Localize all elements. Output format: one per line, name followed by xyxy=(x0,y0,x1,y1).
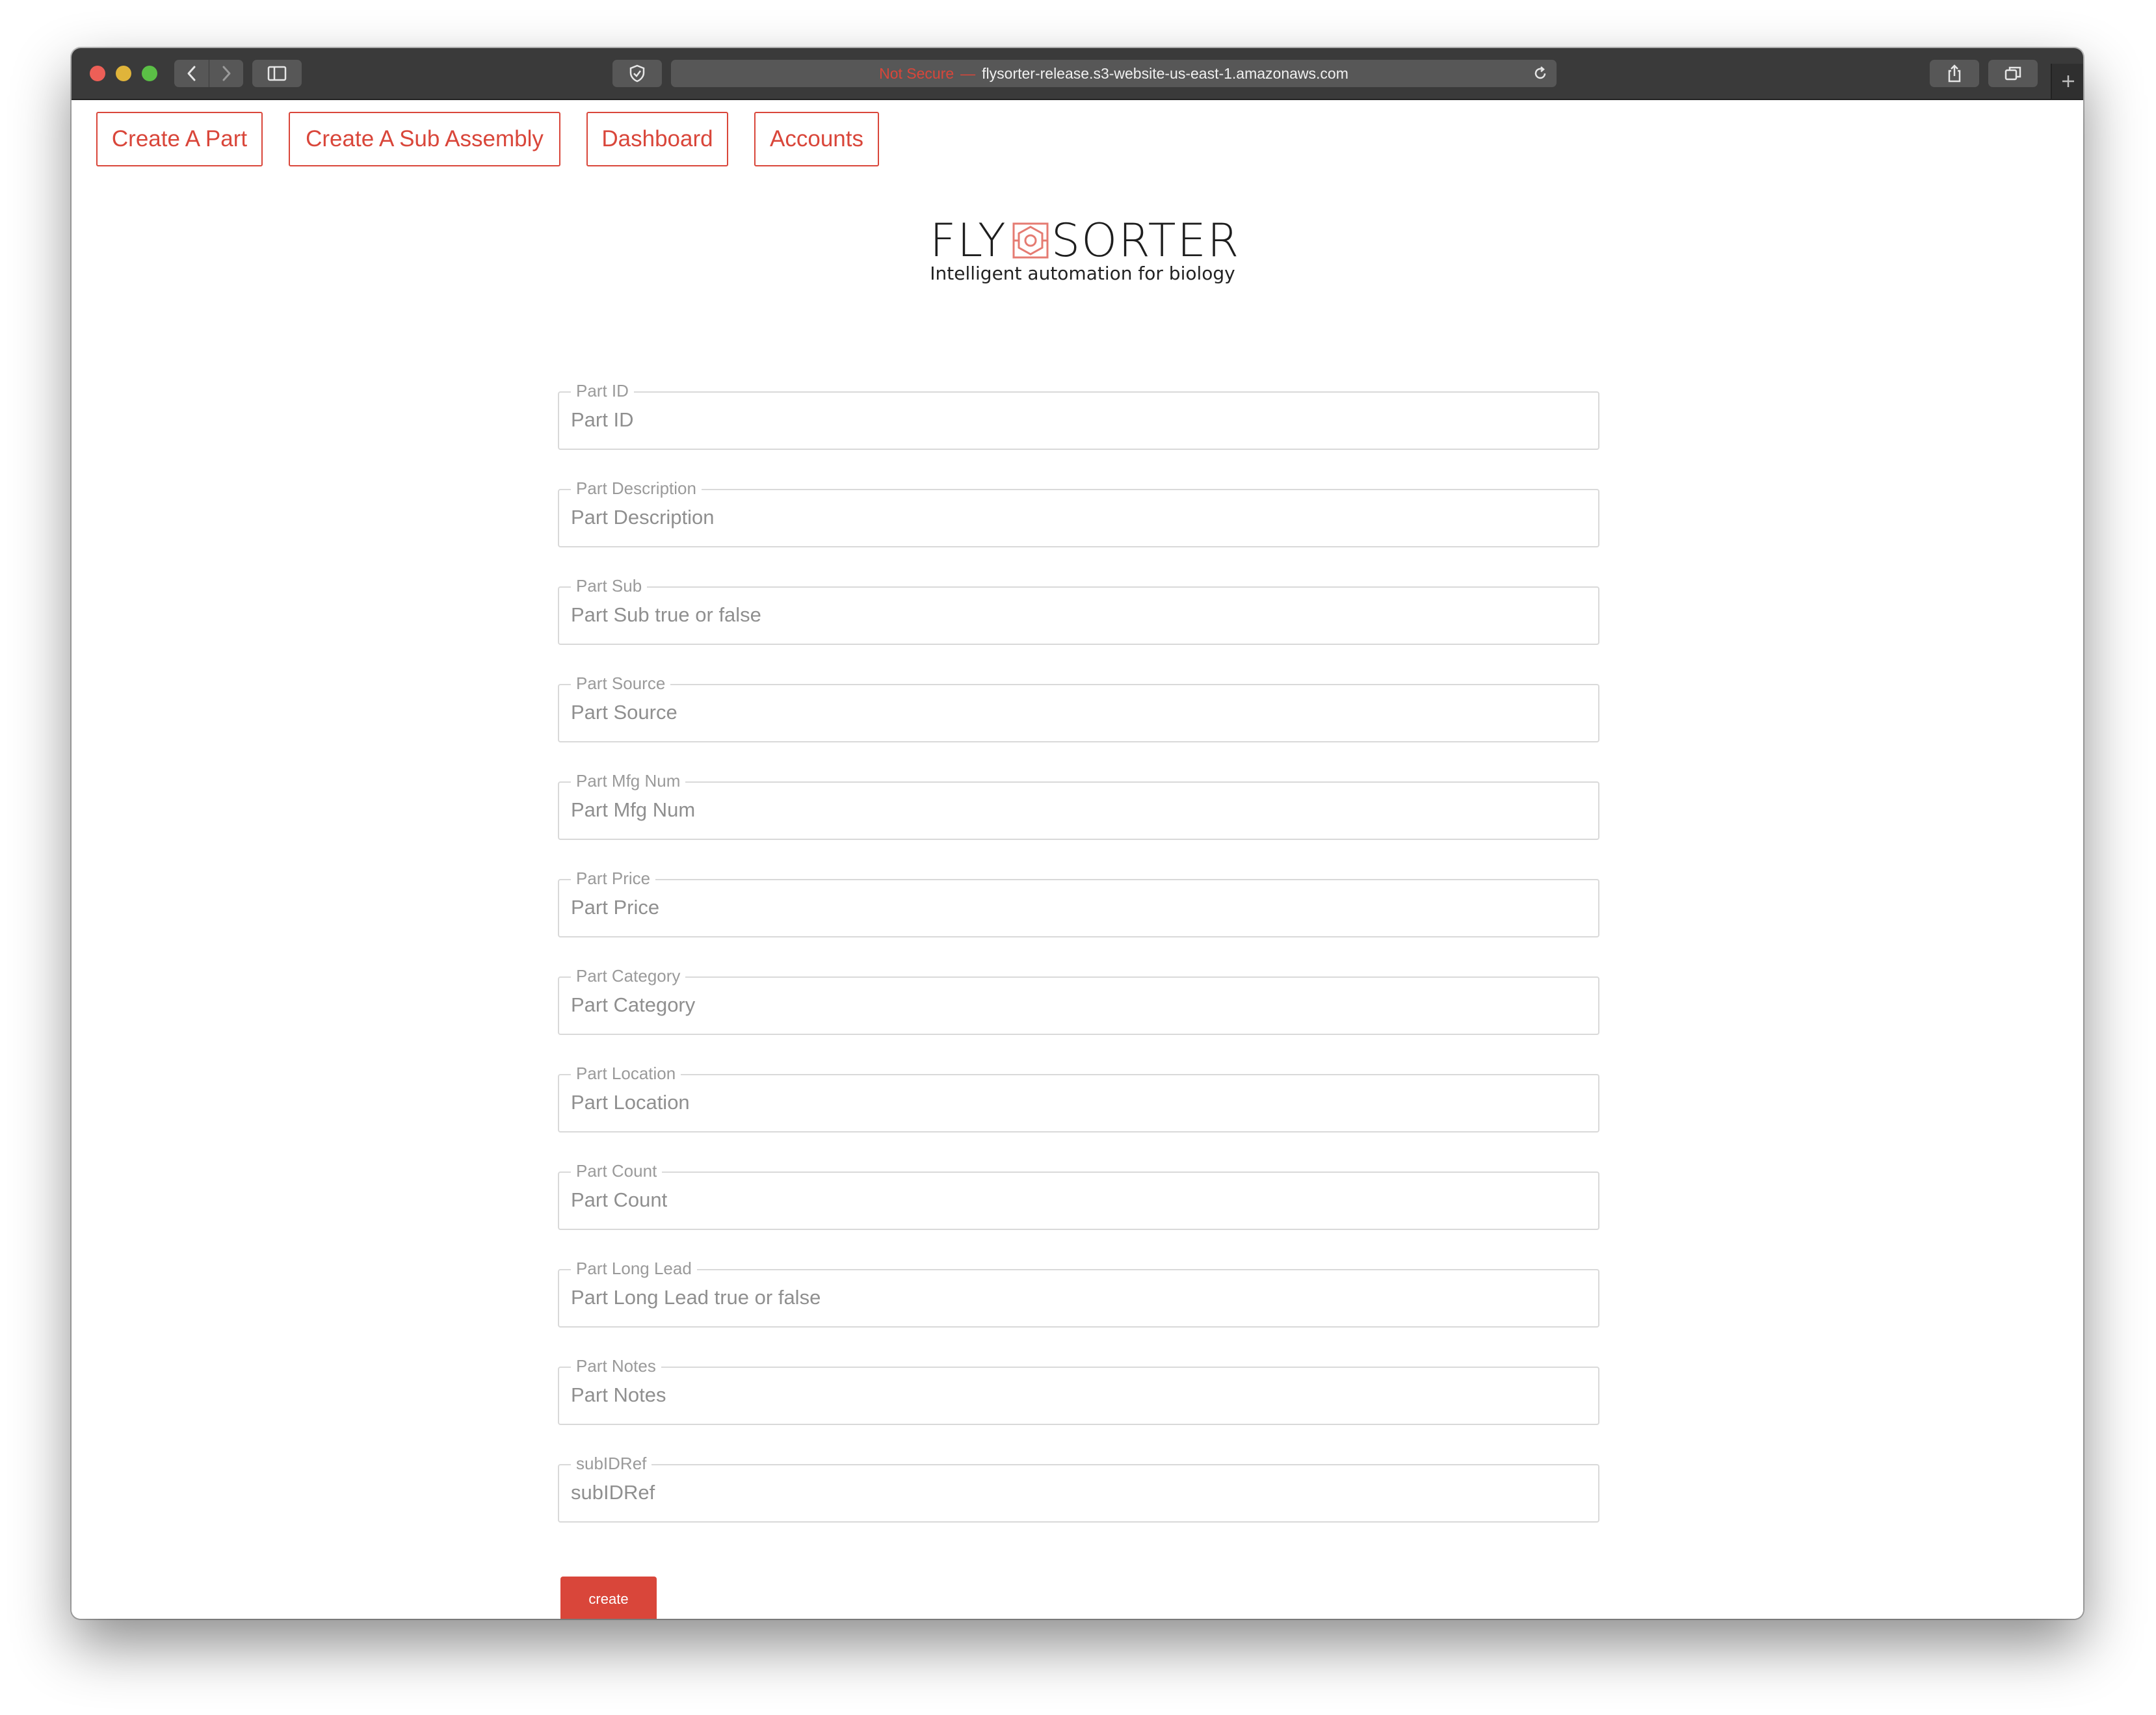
history-nav xyxy=(174,60,243,87)
part-id-field: Part ID xyxy=(558,381,1599,450)
shield-icon xyxy=(629,64,645,83)
part-category-label: Part Category xyxy=(571,966,686,986)
part-mfg-num-field: Part Mfg Num xyxy=(558,771,1599,840)
part-source-label: Part Source xyxy=(571,674,671,693)
nav-accounts-link[interactable]: Accounts xyxy=(754,112,879,166)
url-separator: — xyxy=(960,64,976,82)
top-navigation: Create A Part Create A Sub Assembly Dash… xyxy=(96,112,879,166)
part-count-field: Part Count xyxy=(558,1161,1599,1230)
sidebar-icon xyxy=(267,66,287,81)
logo-word-sorter: SORTER xyxy=(1051,214,1241,267)
part-location-label: Part Location xyxy=(571,1064,681,1083)
url-text: flysorter-release.s3-website-us-east-1.a… xyxy=(982,64,1348,82)
part-long-lead-field: Part Long Lead xyxy=(558,1259,1599,1328)
logo-word-fly: FLY xyxy=(930,214,1007,267)
browser-window: Not Secure — flysorter-release.s3-websit… xyxy=(72,48,2083,1619)
part-category-field: Part Category xyxy=(558,966,1599,1035)
share-icon xyxy=(1948,64,1961,83)
part-sub-input[interactable] xyxy=(571,601,1585,629)
part-id-input[interactable] xyxy=(571,406,1585,434)
part-price-field: Part Price xyxy=(558,869,1599,937)
sub-id-ref-label: subIDRef xyxy=(571,1454,652,1473)
show-tabs-button[interactable] xyxy=(1988,60,2038,87)
not-secure-label: Not Secure xyxy=(879,64,954,82)
flysorter-logo: FLY SORTER Intelligent automation for bi… xyxy=(930,217,1239,289)
part-id-label: Part ID xyxy=(571,381,634,400)
tabs-overview-icon xyxy=(2005,66,2021,81)
part-price-input[interactable] xyxy=(571,893,1585,922)
new-tab-button[interactable] xyxy=(2051,64,2083,99)
create-button[interactable]: create xyxy=(560,1577,657,1619)
plus-icon xyxy=(2062,75,2074,87)
share-button[interactable] xyxy=(1930,60,1979,87)
part-long-lead-label: Part Long Lead xyxy=(571,1259,697,1278)
part-source-input[interactable] xyxy=(571,698,1585,727)
logo-hexagon-icon xyxy=(1012,222,1049,259)
part-description-label: Part Description xyxy=(571,478,702,498)
part-count-input[interactable] xyxy=(571,1186,1585,1214)
minimize-window-button[interactable] xyxy=(116,66,131,81)
sidebar-toggle-button[interactable] xyxy=(252,60,302,87)
chevron-right-icon xyxy=(222,66,230,81)
back-button[interactable] xyxy=(174,60,209,87)
logo-tagline: Intelligent automation for biology xyxy=(930,263,1235,284)
part-description-field: Part Description xyxy=(558,478,1599,547)
part-mfg-num-label: Part Mfg Num xyxy=(571,771,686,791)
nav-create-sub-assembly-link[interactable]: Create A Sub Assembly xyxy=(289,112,560,166)
page-content: Create A Part Create A Sub Assembly Dash… xyxy=(72,100,2083,1619)
sub-id-ref-input[interactable] xyxy=(571,1478,1585,1507)
part-category-input[interactable] xyxy=(571,991,1585,1019)
address-bar[interactable]: Not Secure — flysorter-release.s3-websit… xyxy=(671,60,1557,87)
part-location-input[interactable] xyxy=(571,1088,1585,1117)
part-location-field: Part Location xyxy=(558,1064,1599,1132)
reload-button[interactable] xyxy=(1532,65,1549,82)
part-mfg-num-input[interactable] xyxy=(571,796,1585,824)
part-description-input[interactable] xyxy=(571,503,1585,532)
sub-id-ref-field: subIDRef xyxy=(558,1454,1599,1523)
part-notes-label: Part Notes xyxy=(571,1356,661,1376)
nav-create-part-link[interactable]: Create A Part xyxy=(96,112,263,166)
privacy-report-button[interactable] xyxy=(612,60,662,87)
close-window-button[interactable] xyxy=(90,66,105,81)
logo-wordmark: FLY SORTER xyxy=(930,217,1240,264)
forward-button[interactable] xyxy=(209,60,243,87)
part-price-label: Part Price xyxy=(571,869,656,888)
nav-dashboard-link[interactable]: Dashboard xyxy=(586,112,728,166)
part-source-field: Part Source xyxy=(558,674,1599,742)
part-count-label: Part Count xyxy=(571,1161,663,1181)
reload-icon xyxy=(1534,66,1546,79)
part-sub-field: Part Sub xyxy=(558,576,1599,645)
browser-toolbar: Not Secure — flysorter-release.s3-websit… xyxy=(72,48,2083,100)
part-sub-label: Part Sub xyxy=(571,576,648,596)
chevron-left-icon xyxy=(187,66,195,81)
part-notes-input[interactable] xyxy=(571,1381,1585,1409)
part-long-lead-input[interactable] xyxy=(571,1283,1585,1312)
part-notes-field: Part Notes xyxy=(558,1356,1599,1425)
maximize-window-button[interactable] xyxy=(142,66,157,81)
